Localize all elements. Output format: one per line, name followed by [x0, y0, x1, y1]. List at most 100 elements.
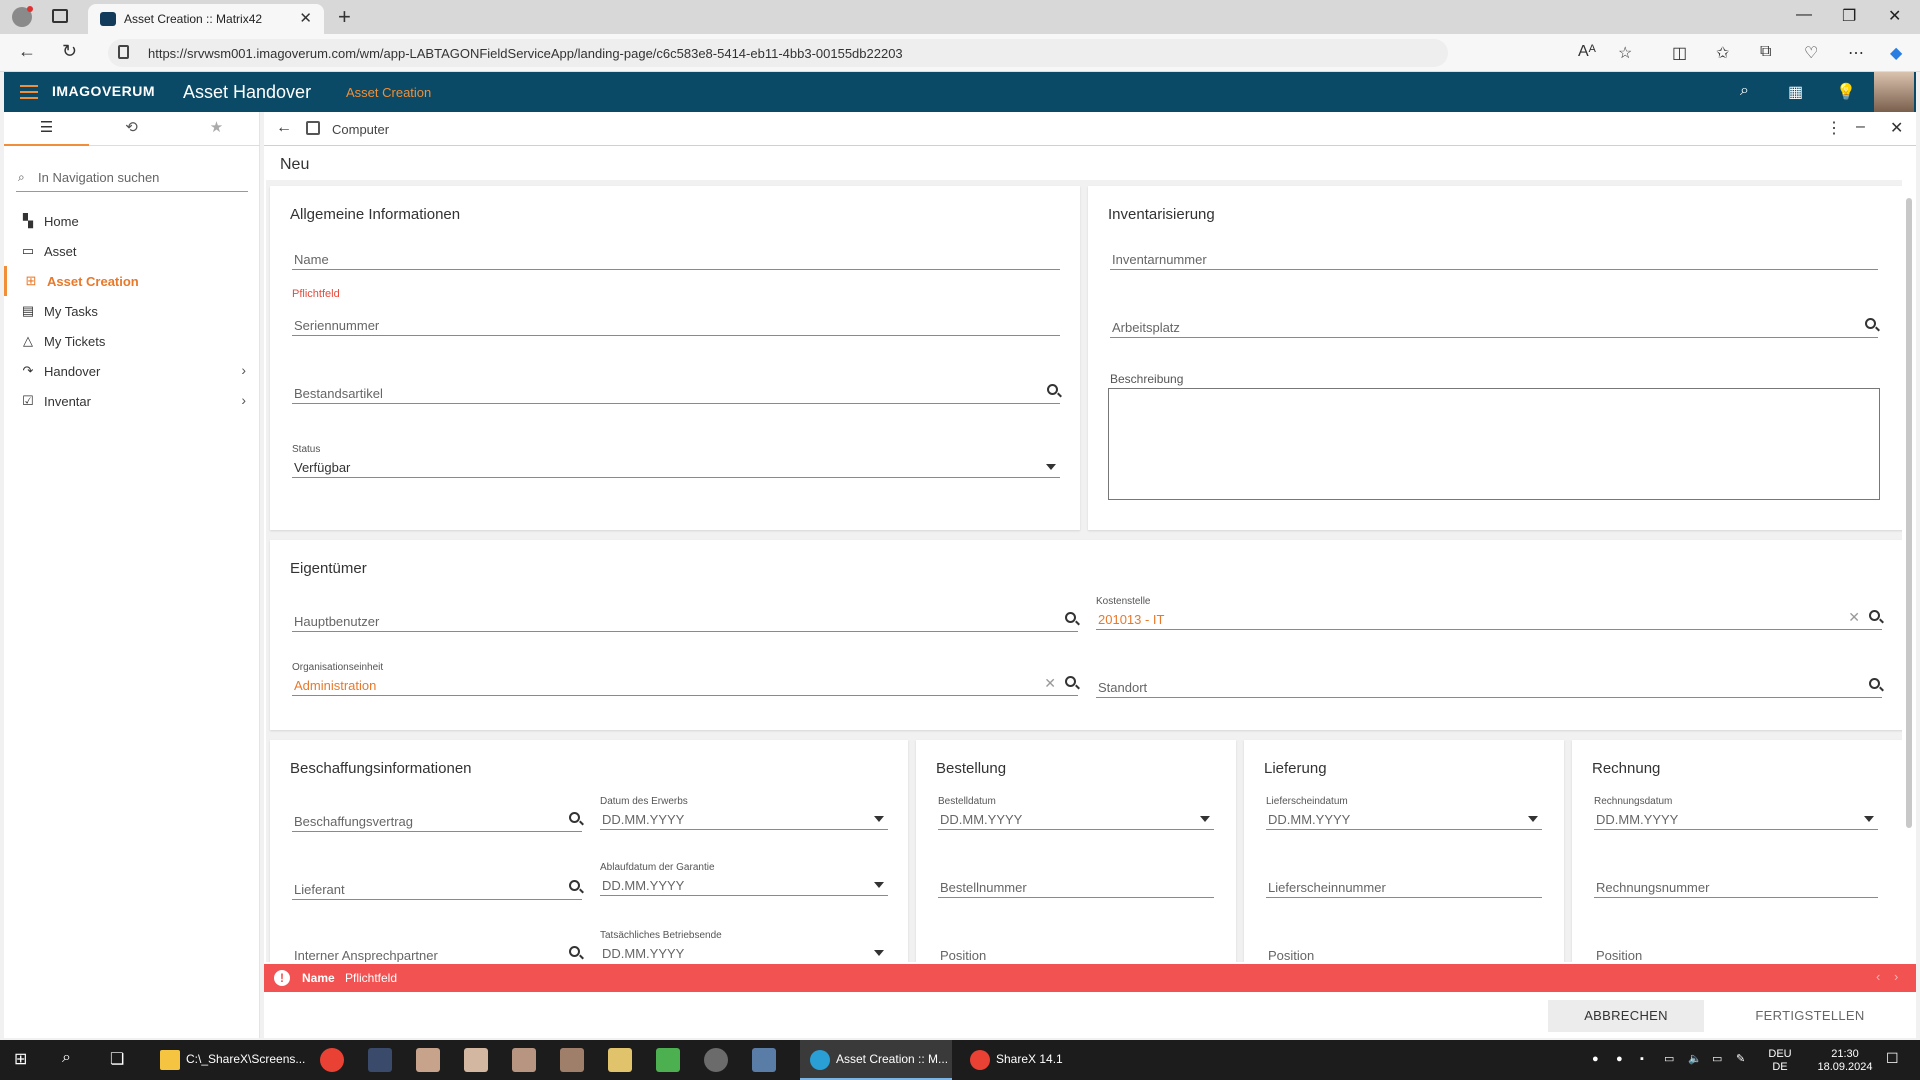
close-window-icon[interactable]: ✕	[1888, 6, 1901, 26]
search-icon[interactable]	[569, 946, 580, 957]
search-icon[interactable]	[1065, 676, 1076, 687]
error-field-name[interactable]: Name	[302, 971, 335, 985]
split-screen-icon[interactable]: ◫	[1672, 43, 1687, 63]
close-panel-icon[interactable]: ✕	[1890, 118, 1903, 138]
collections-icon[interactable]: ⧉	[1760, 43, 1771, 61]
delivery-date-field[interactable]: DD.MM.YYYY	[1266, 808, 1542, 830]
user-photo-icon[interactable]	[464, 1048, 488, 1072]
minimize-panel-icon[interactable]: –	[1856, 118, 1865, 136]
invoice-position-field[interactable]: Position	[1594, 944, 1878, 962]
restore-window-icon[interactable]: ❐	[1842, 6, 1856, 26]
menu-icon[interactable]	[20, 85, 38, 99]
finish-button[interactable]: FERTIGSTELLEN	[1724, 1000, 1896, 1032]
status-select[interactable]: Verfügbar	[292, 456, 1060, 478]
copilot-icon[interactable]: ◆	[1890, 43, 1902, 63]
search-icon[interactable]	[1869, 678, 1880, 689]
windows-start-icon[interactable]: ⊞	[14, 1049, 27, 1069]
scrollbar-thumb[interactable]	[1906, 198, 1912, 828]
browser-essentials-icon[interactable]: ♡	[1804, 43, 1818, 63]
nav-item-asset-creation[interactable]: ⊞ Asset Creation	[4, 266, 260, 296]
back-icon[interactable]: ←	[18, 41, 36, 62]
cost-center-field[interactable]: 201013 - IT ✕	[1096, 608, 1882, 630]
search-icon[interactable]	[1869, 610, 1880, 621]
pen-icon[interactable]: ✎	[1736, 1053, 1745, 1066]
nav-item-asset[interactable]: ▭ Asset	[4, 236, 260, 266]
serial-number-field[interactable]: Seriennummer	[292, 314, 1060, 336]
ticket-icon[interactable]	[608, 1048, 632, 1072]
notifications-icon[interactable]: ☐	[1886, 1051, 1899, 1065]
invoice-date-field[interactable]: DD.MM.YYYY	[1594, 808, 1878, 830]
more-vertical-icon[interactable]: ⋮	[1826, 118, 1842, 138]
clock[interactable]: 21:30 18.09.2024	[1810, 1048, 1880, 1074]
app-icon[interactable]	[368, 1048, 392, 1072]
description-textarea[interactable]	[1108, 388, 1880, 500]
tab-actions-icon[interactable]	[52, 9, 68, 23]
tray-app-icon[interactable]: ▪	[1640, 1053, 1644, 1066]
workplace-field[interactable]: Arbeitsplatz	[1110, 316, 1878, 338]
tab-history[interactable]: ⟲	[89, 118, 174, 146]
taskbar-app-sharex[interactable]: ShareX 14.1	[960, 1040, 1110, 1080]
url-field[interactable]: https://srvwsm001.imagoverum.com/wm/app-…	[108, 39, 1448, 67]
nav-item-my-tickets[interactable]: △ My Tickets	[4, 326, 260, 356]
tab-favorites[interactable]: ★	[174, 118, 259, 146]
delivery-position-field[interactable]: Position	[1266, 944, 1542, 962]
supplier-field[interactable]: Lieferant	[292, 878, 582, 900]
form-content[interactable]: Allgemeine Informationen Name Pflichtfel…	[266, 180, 1902, 962]
nav-item-my-tasks[interactable]: ▤ My Tasks	[4, 296, 260, 326]
search-icon[interactable]	[1865, 318, 1876, 329]
tray-app-icon[interactable]: ●	[1592, 1053, 1599, 1066]
taskbar-app-edge[interactable]: Asset Creation :: M...	[800, 1040, 952, 1080]
reload-icon[interactable]: ↻	[62, 41, 77, 62]
taskbar-app-explorer[interactable]: C:\_ShareX\Screens...	[150, 1040, 305, 1080]
language-indicator[interactable]: DEU DE	[1766, 1048, 1794, 1074]
search-icon[interactable]	[1065, 612, 1076, 623]
location-field[interactable]: Standort	[1096, 676, 1882, 698]
browser-tab[interactable]: Asset Creation :: Matrix42 ✕	[88, 4, 324, 34]
back-arrow-icon[interactable]: ←	[276, 119, 292, 137]
search-icon[interactable]	[569, 880, 580, 891]
navigation-search-input[interactable]: ⌕ In Navigation suchen	[16, 162, 248, 192]
new-tab-icon[interactable]: +	[338, 4, 351, 30]
vertical-scrollbar[interactable]	[1904, 184, 1914, 962]
stock-item-field[interactable]: Bestandsartikel	[292, 382, 1060, 404]
end-of-life-date-field[interactable]: DD.MM.YYYY	[600, 942, 888, 962]
org-unit-field[interactable]: Administration ✕	[292, 674, 1078, 696]
inventory-number-field[interactable]: Inventarnummer	[1110, 248, 1878, 270]
tab-navigation-list[interactable]: ☰	[4, 118, 89, 146]
main-user-field[interactable]: Hauptbenutzer	[292, 610, 1078, 632]
chrome-icon[interactable]	[320, 1048, 344, 1072]
name-field[interactable]: Name	[292, 248, 1060, 270]
network-app-icon[interactable]	[752, 1048, 776, 1072]
delivery-number-field[interactable]: Lieferscheinnummer	[1266, 876, 1542, 898]
clear-icon[interactable]: ✕	[1044, 675, 1056, 692]
read-aloud-icon[interactable]: Aᴬ	[1578, 43, 1596, 61]
volume-icon[interactable]: 🔈	[1688, 1053, 1702, 1066]
close-tab-icon[interactable]: ✕	[299, 9, 312, 27]
nav-item-inventar[interactable]: ☑ Inventar ›	[4, 386, 260, 416]
search-icon[interactable]: ⌕	[1740, 82, 1749, 100]
nav-item-handover[interactable]: ↷ Handover ›	[4, 356, 260, 386]
task-view-icon[interactable]: ❏	[110, 1049, 124, 1069]
favorite-star-icon[interactable]: ☆	[1618, 43, 1632, 63]
tray-chrome-icon[interactable]: ●	[1616, 1053, 1623, 1066]
nav-item-home[interactable]: ▚ Home	[4, 206, 260, 236]
search-icon[interactable]: ⌕	[62, 1049, 71, 1067]
notepad-icon[interactable]	[656, 1048, 680, 1072]
apps-grid-icon[interactable]: ▦	[1788, 82, 1803, 102]
user-photo-icon[interactable]	[512, 1048, 536, 1072]
invoice-number-field[interactable]: Rechnungsnummer	[1594, 876, 1878, 898]
cancel-button[interactable]: ABBRECHEN	[1548, 1000, 1704, 1032]
user-photo-icon[interactable]	[416, 1048, 440, 1072]
user-photo-icon[interactable]	[560, 1048, 584, 1072]
chevron-left-icon[interactable]: ‹	[1876, 969, 1880, 984]
profile-icon[interactable]	[12, 6, 33, 27]
lightbulb-icon[interactable]: 💡	[1836, 82, 1856, 102]
network-icon[interactable]: ▭	[1712, 1053, 1722, 1066]
settings-gear-icon[interactable]	[704, 1048, 728, 1072]
avatar[interactable]	[1874, 72, 1914, 112]
order-date-field[interactable]: DD.MM.YYYY	[938, 808, 1214, 830]
search-icon[interactable]	[1047, 384, 1058, 395]
internal-contact-field[interactable]: Interner Ansprechpartner	[292, 944, 582, 962]
search-icon[interactable]	[569, 812, 580, 823]
procurement-contract-field[interactable]: Beschaffungsvertrag	[292, 810, 582, 832]
